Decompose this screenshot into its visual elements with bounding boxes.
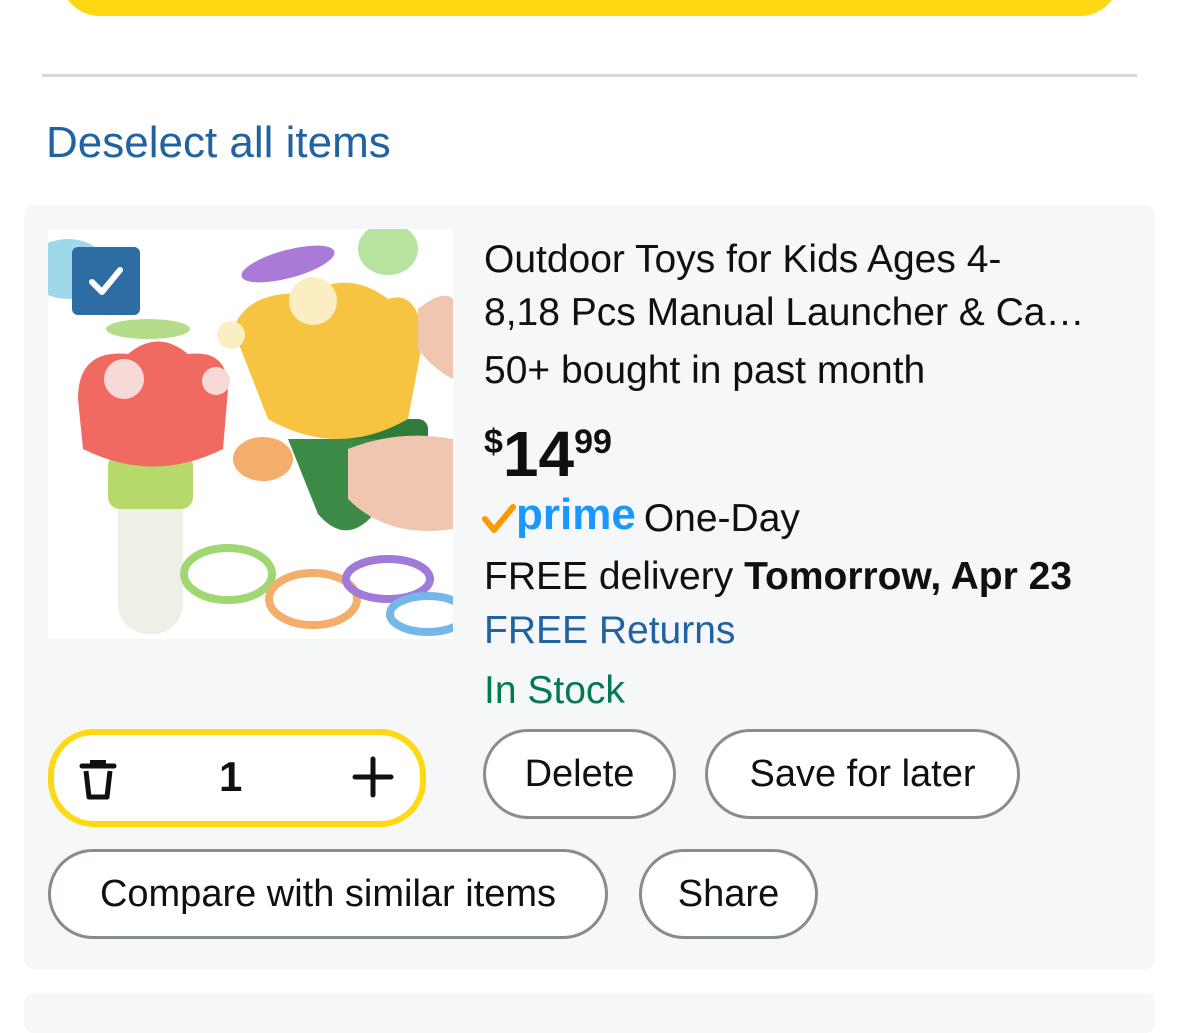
share-button[interactable]: Share [639, 849, 818, 939]
save-for-later-button[interactable]: Save for later [705, 729, 1020, 819]
prime-label: One-Day [643, 497, 800, 540]
product-title-line-1: Outdoor Toys for Kids Ages 4- [484, 238, 1002, 281]
stock-status: In Stock [484, 669, 625, 712]
price-fraction: 99 [574, 423, 612, 461]
free-returns-link[interactable]: FREE Returns [484, 609, 735, 653]
next-cart-item-card [24, 993, 1155, 1033]
delete-button[interactable]: Delete [483, 729, 676, 819]
quantity-stepper: 1 [48, 729, 426, 827]
delivery-info: FREE delivery Tomorrow, Apr 23 [484, 555, 1072, 599]
checkmark-icon [89, 267, 123, 295]
proceed-to-checkout-button[interactable] [60, 0, 1120, 16]
delivery-date: Tomorrow, Apr 23 [744, 555, 1072, 598]
cart-item-card: Outdoor Toys for Kids Ages 4- 8,18 Pcs M… [24, 205, 1155, 969]
bought-count: 50+ bought in past month [484, 349, 926, 392]
compare-similar-button[interactable]: Compare with similar items [48, 849, 608, 939]
product-title-line-2: 8,18 Pcs Manual Launcher & Ca… [484, 291, 1085, 334]
prime-badge: prime One-Day [482, 490, 800, 541]
item-select-checkbox[interactable] [72, 247, 140, 315]
deselect-all-link[interactable]: Deselect all items [46, 118, 391, 168]
prime-logo: prime [516, 490, 636, 539]
price-whole: 14 [502, 418, 575, 490]
price: $1499 [484, 417, 612, 491]
plus-icon[interactable] [351, 755, 395, 804]
quantity-value: 1 [219, 753, 243, 800]
prime-check-icon [482, 504, 516, 533]
product-title[interactable]: Outdoor Toys for Kids Ages 4- 8,18 Pcs M… [484, 233, 1134, 339]
delivery-prefix: FREE delivery [484, 555, 745, 598]
price-symbol: $ [484, 423, 503, 461]
divider [42, 74, 1137, 77]
trash-icon[interactable] [76, 757, 120, 806]
